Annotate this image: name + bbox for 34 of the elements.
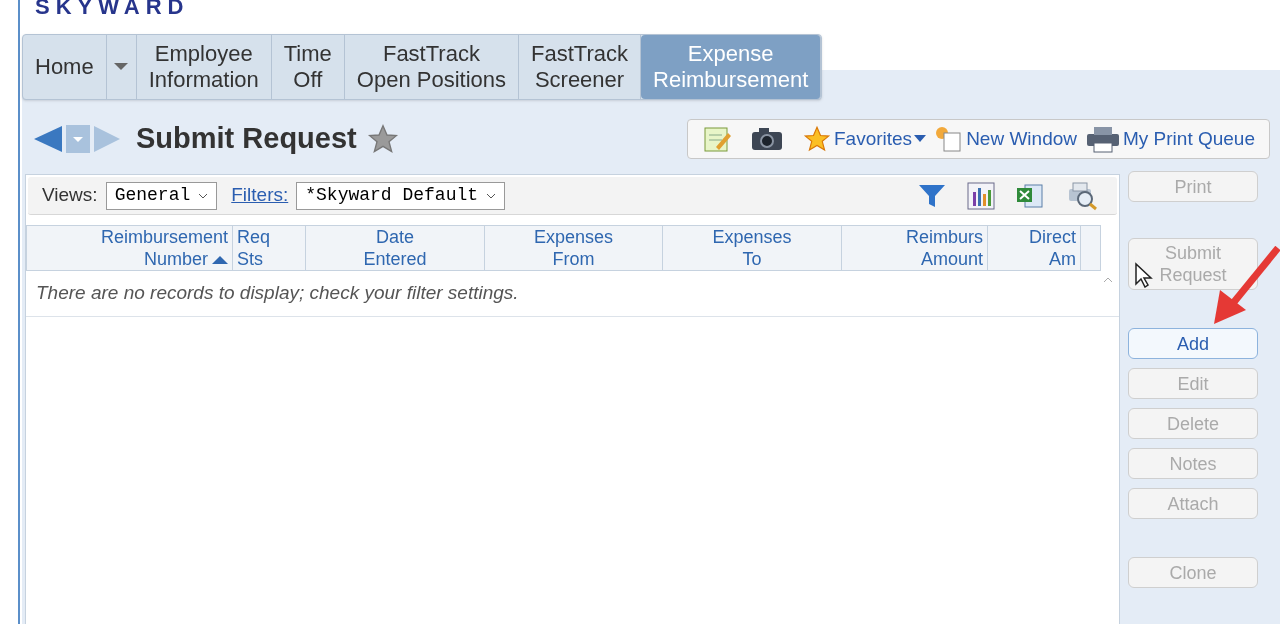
mouse-cursor-icon: [1134, 262, 1154, 288]
filters-dropdown[interactable]: *Skyward Default: [296, 181, 506, 210]
page-title: Submit Request: [136, 121, 357, 157]
nav-tab[interactable]: Time Off: [271, 35, 345, 99]
back-arrow-icon[interactable]: [32, 124, 64, 154]
printer-icon: [1085, 125, 1121, 153]
column-header[interactable]: Date Entered: [306, 226, 485, 270]
views-label: Views:: [42, 183, 98, 208]
scroll-up-icon[interactable]: [1103, 277, 1113, 283]
nav-tab[interactable]: Expense Reimbursement: [641, 35, 822, 99]
camera-icon[interactable]: [750, 126, 784, 152]
filters-link[interactable]: Filters:: [231, 181, 289, 210]
caret-icon: [914, 135, 927, 143]
nav-tab[interactable]: FastTrack Open Positions: [344, 35, 520, 99]
nav-tab[interactable]: Home: [23, 35, 107, 99]
column-header[interactable]: Expenses To: [663, 226, 842, 270]
column-header[interactable]: Direct Am: [988, 226, 1081, 270]
chevron-down-icon: [486, 192, 497, 199]
star-icon: [802, 125, 832, 153]
new-window-link[interactable]: New Window: [934, 124, 1077, 154]
empty-message: There are no records to display; check your filter settings.: [36, 281, 519, 306]
bar-chart-icon[interactable]: [967, 181, 995, 210]
column-header[interactable]: Reimburs Amount: [842, 226, 988, 270]
column-header[interactable]: Req Sts: [233, 226, 306, 270]
spreadsheet-icon[interactable]: [1015, 181, 1045, 210]
views-dropdown[interactable]: General: [105, 181, 218, 210]
print-queue-link[interactable]: My Print Queue: [1085, 124, 1255, 154]
chevron-down-icon: [198, 192, 209, 199]
favorites-link[interactable]: Favorites: [802, 124, 927, 154]
column-header[interactable]: Reimbursement Number: [27, 226, 233, 270]
column-header[interactable]: Expenses From: [485, 226, 663, 270]
nav-tab[interactable]: Employee Information: [136, 35, 272, 99]
action-button[interactable]: Add: [1128, 328, 1258, 359]
star-icon[interactable]: [366, 123, 399, 155]
